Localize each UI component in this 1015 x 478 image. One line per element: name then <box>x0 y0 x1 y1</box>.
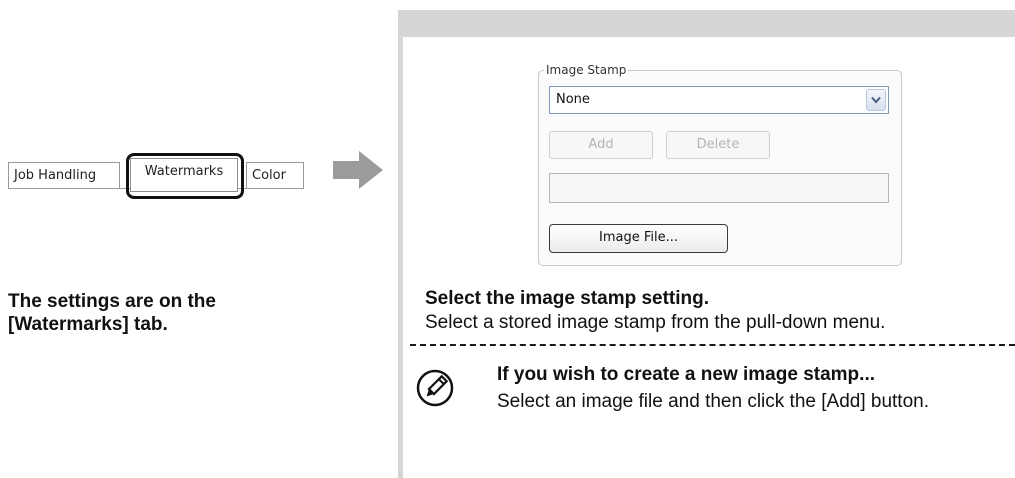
left-caption-line-1: The settings are on the <box>8 291 216 312</box>
delete-button[interactable]: Delete <box>666 131 770 159</box>
tab-strip: Job Handling Color Watermarks <box>8 153 304 199</box>
pencil-note-icon <box>416 369 454 407</box>
chevron-down-icon[interactable] <box>866 89 886 111</box>
note-body: Select an image file and then click the … <box>497 391 929 412</box>
image-stamp-group-title: Image Stamp <box>544 62 629 78</box>
tab-highlight-frame <box>126 153 244 199</box>
arrow-right-icon <box>333 151 383 189</box>
left-caption-line-2: [Watermarks] tab. <box>8 314 168 335</box>
image-stamp-select[interactable]: None <box>549 86 889 114</box>
instruction-description: Select a stored image stamp from the pul… <box>425 312 886 333</box>
image-stamp-select-value: None <box>556 92 590 107</box>
instruction-title: Select the image stamp setting. <box>425 288 710 309</box>
left-caption: The settings are on the [Watermarks] tab… <box>8 290 308 336</box>
dashed-divider <box>410 344 1015 346</box>
note-title: If you wish to create a new image stamp.… <box>497 364 875 385</box>
add-button[interactable]: Add <box>549 131 653 159</box>
panel-header-bar <box>398 10 1015 37</box>
panel-left-rule <box>398 10 403 478</box>
tab-job-handling[interactable]: Job Handling <box>8 162 120 188</box>
tab-color[interactable]: Color <box>246 162 304 188</box>
image-file-path-field[interactable] <box>549 173 889 203</box>
image-file-button[interactable]: Image File... <box>549 224 728 253</box>
